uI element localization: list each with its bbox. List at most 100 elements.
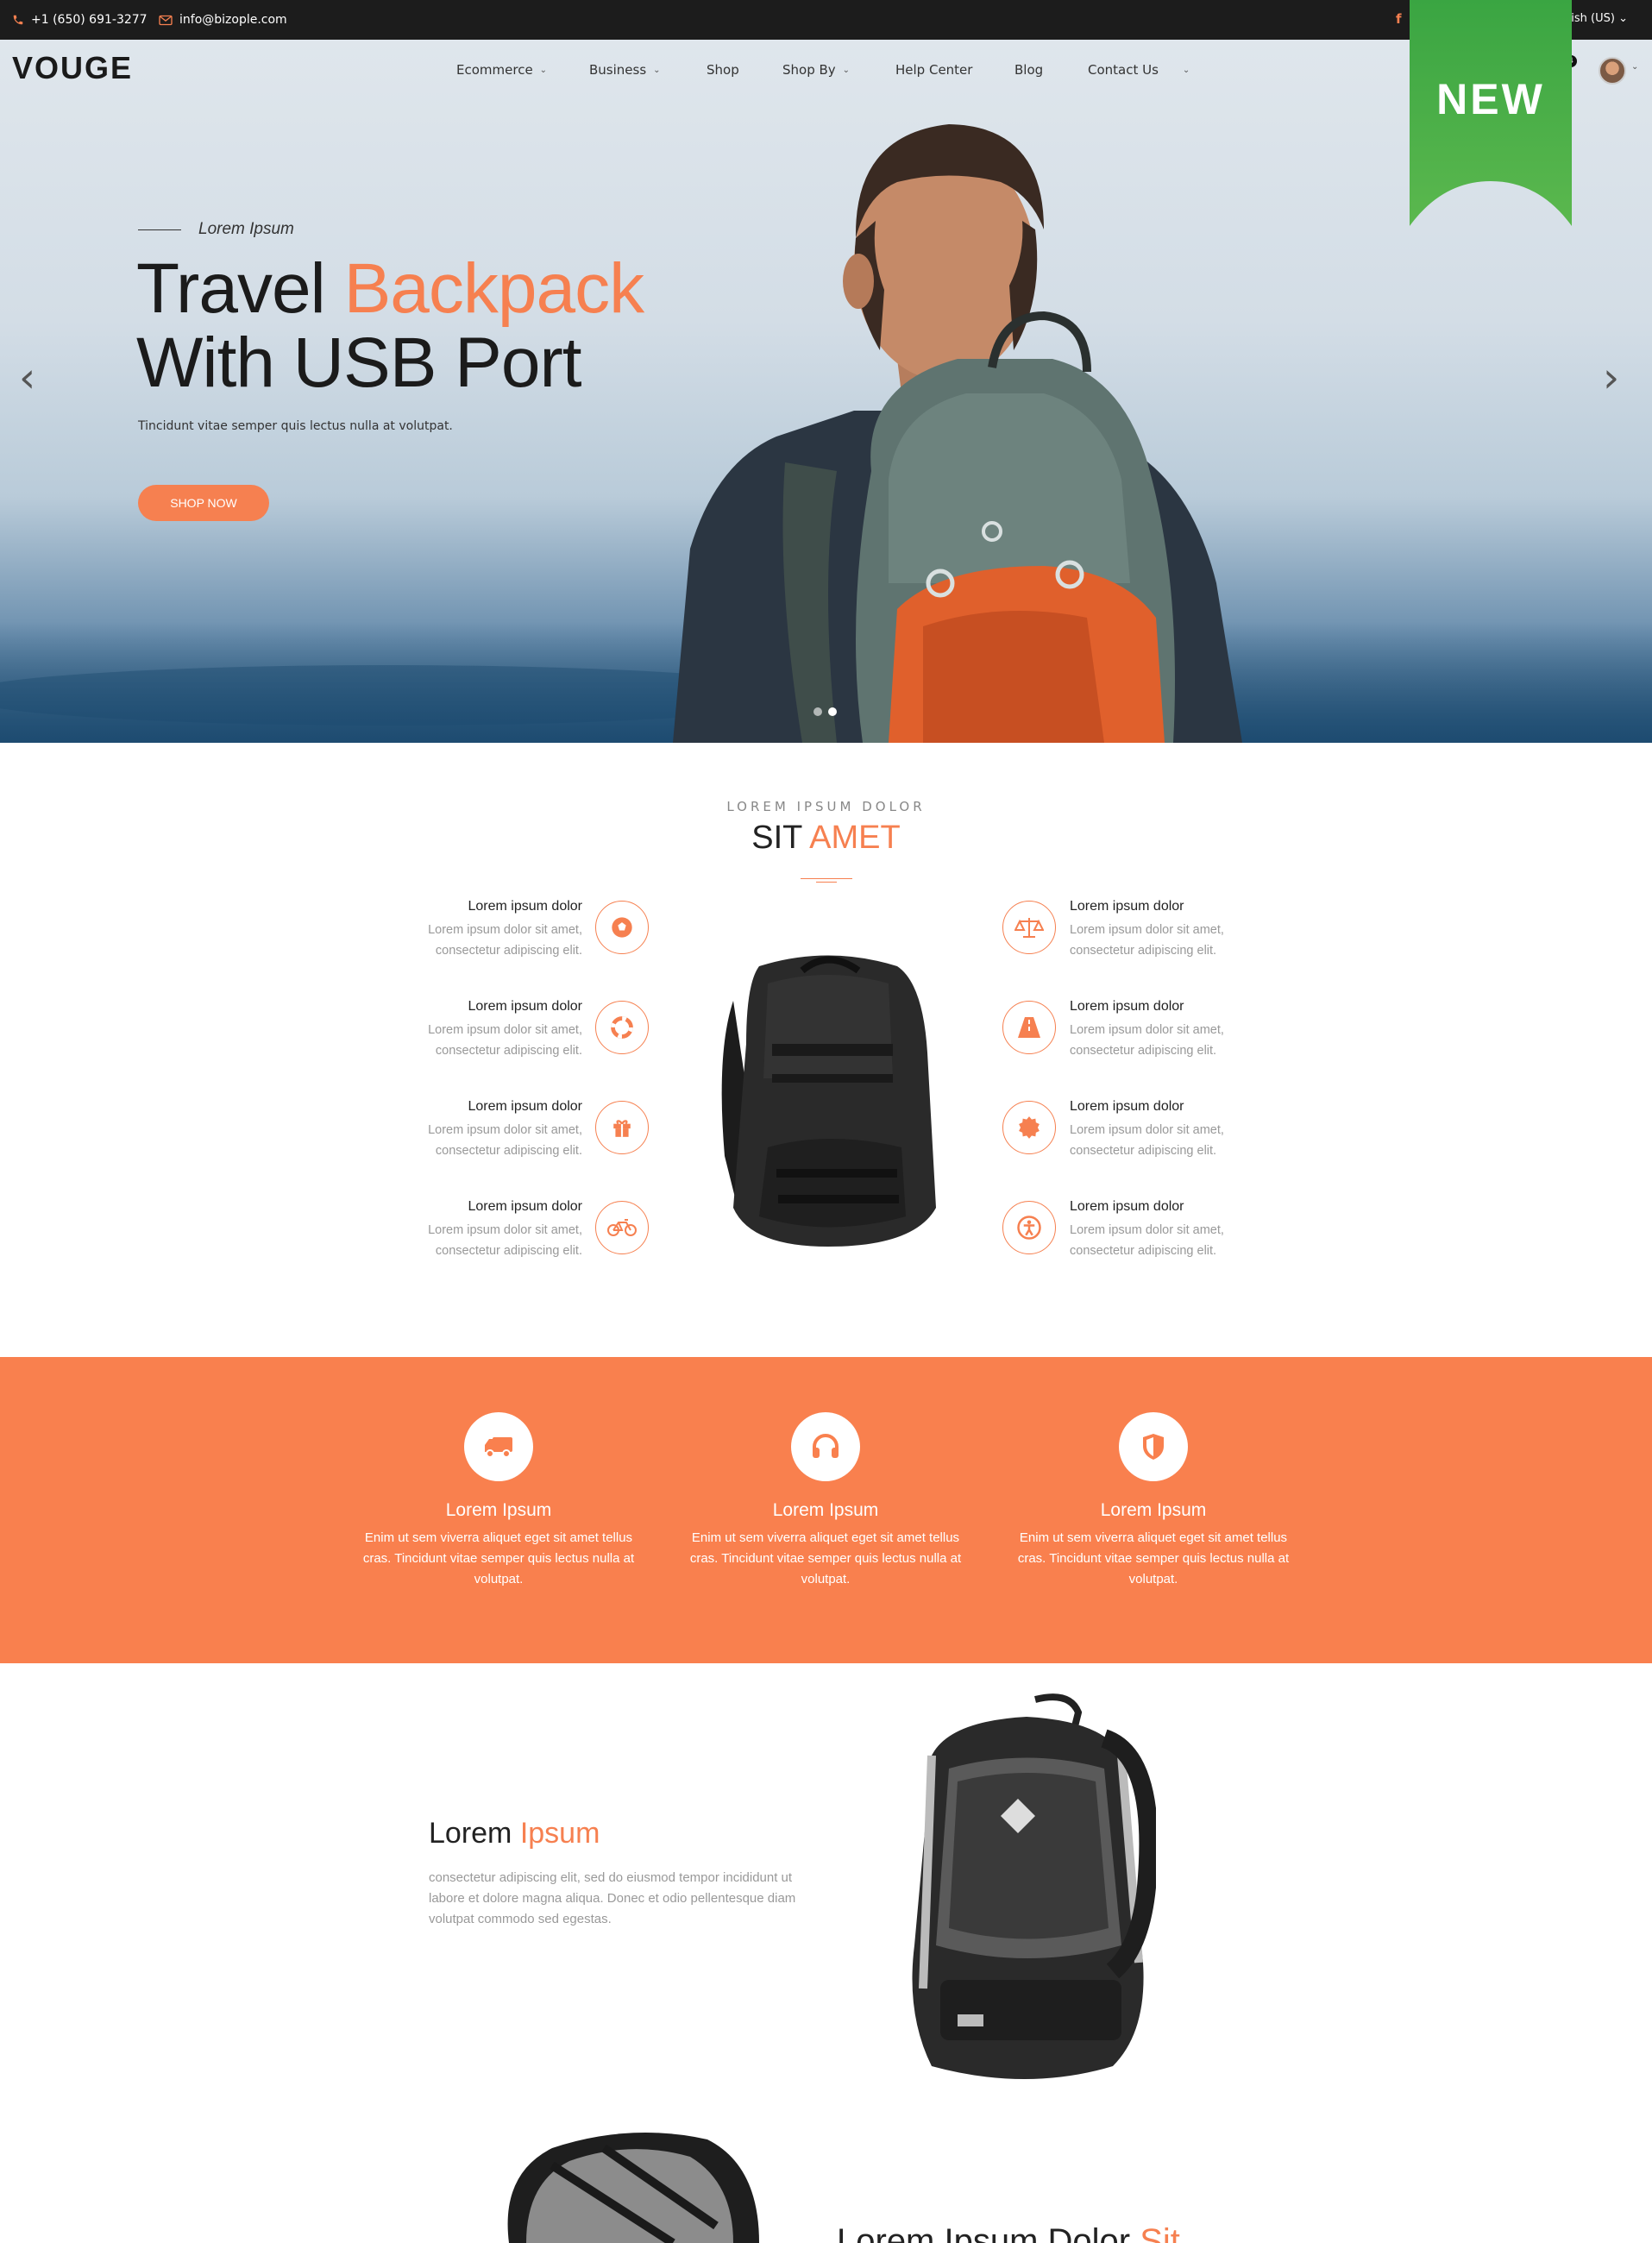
chevron-down-icon[interactable]: ⌄: [1631, 62, 1638, 72]
services-band: Lorem Ipsum Enim ut sem viverra aliquet …: [0, 1357, 1652, 1663]
feature-desc-line: Lorem ipsum dolor sit amet,: [428, 1023, 582, 1037]
soccer-ball-icon: [595, 901, 649, 954]
title-divider: [801, 878, 852, 879]
hero-backpacker-image: [673, 124, 1242, 743]
feature-title: Lorem ipsum dolor: [468, 899, 583, 914]
envelope-icon: [159, 15, 173, 25]
headphones-icon: [791, 1412, 860, 1481]
scott-backpack-image: [912, 1693, 1156, 2079]
slider-prev-arrow-icon[interactable]: ‹: [19, 354, 35, 402]
nav-label: Blog: [1014, 62, 1044, 78]
phone-number[interactable]: +1 (650) 691-3277: [31, 13, 148, 27]
service-title: Lorem Ipsum: [772, 1500, 879, 1520]
truck-icon: [464, 1412, 533, 1481]
hero-eyebrow: Lorem Ipsum: [138, 220, 294, 239]
feature-item: Lorem ipsum dolor Lorem ipsum dolor sit …: [323, 1199, 582, 1261]
feature-item: Lorem ipsum dolor Lorem ipsum dolor sit …: [1070, 1099, 1329, 1161]
feature-desc-line: consectetur adipiscing elit.: [1070, 1244, 1217, 1258]
email-address[interactable]: info@bizople.com: [179, 13, 287, 27]
service-desc-line: cras. Tincidunt vitae semper quis lectus…: [362, 1551, 635, 1566]
feature-item: Lorem ipsum dolor Lorem ipsum dolor sit …: [1070, 999, 1329, 1061]
slider-dots: [813, 707, 837, 716]
nav-label: Contact Us: [1088, 62, 1159, 78]
email-contact[interactable]: info@bizople.com: [159, 13, 287, 27]
balance-scale-icon: [1002, 901, 1056, 954]
road-icon: [1002, 1001, 1056, 1054]
life-ring-icon: [595, 1001, 649, 1054]
feature-desc-line: consectetur adipiscing elit.: [435, 944, 582, 958]
feature-item: Lorem ipsum dolor Lorem ipsum dolor sit …: [323, 1099, 582, 1161]
nav-item-contact-us[interactable]: Contact Us ⌄: [1088, 62, 1190, 78]
service-item: Lorem Ipsum Enim ut sem viverra aliquet …: [675, 1412, 977, 1590]
service-title: Lorem Ipsum: [1100, 1500, 1207, 1520]
product-block-text: consectetur adipiscing elit, sed do eius…: [429, 1870, 796, 1926]
phone-contact[interactable]: +1 (650) 691-3277: [12, 13, 148, 27]
hero-title-line2: With USB Port: [136, 324, 582, 402]
brand-logo[interactable]: VOUGE: [12, 50, 133, 86]
shop-now-button[interactable]: SHOP NOW: [138, 485, 269, 521]
service-desc-line: volutpat.: [801, 1572, 851, 1586]
hero-title: Travel Backpack With USB Port: [136, 252, 644, 400]
accessibility-icon: [1002, 1201, 1056, 1254]
feature-desc-line: consectetur adipiscing elit.: [1070, 1144, 1217, 1158]
slider-dot-active[interactable]: [828, 707, 837, 716]
slider-next-arrow-icon[interactable]: ›: [1603, 354, 1619, 402]
bottom-title-accent: Sit: [1140, 2222, 1180, 2243]
gift-icon: [595, 1101, 649, 1154]
nav-item-shop-by[interactable]: Shop By ⌄: [782, 62, 850, 78]
service-title: Lorem Ipsum: [445, 1500, 552, 1520]
hero-title-accent: Backpack: [343, 249, 645, 328]
shield-icon: [1119, 1412, 1188, 1481]
nav-item-ecommerce[interactable]: Ecommerce ⌄: [456, 62, 547, 78]
features-title-accent: AMET: [809, 820, 901, 856]
chevron-down-icon: ⌄: [1182, 65, 1190, 75]
new-ribbon: NEW: [1410, 0, 1572, 226]
feature-desc-line: Lorem ipsum dolor sit amet,: [428, 1223, 582, 1237]
feature-desc-line: Lorem ipsum dolor sit amet,: [1070, 1223, 1224, 1237]
chevron-down-icon: ⌄: [1618, 12, 1628, 25]
facebook-icon[interactable]: f: [1396, 11, 1402, 27]
nav-item-shop[interactable]: Shop: [707, 62, 739, 78]
service-desc-line: volutpat.: [474, 1572, 524, 1586]
feature-desc-line: Lorem ipsum dolor sit amet,: [1070, 923, 1224, 937]
feature-desc-line: consectetur adipiscing elit.: [435, 1244, 582, 1258]
product-block-title: Lorem Ipsum: [429, 1817, 600, 1850]
features-eyebrow: LOREM IPSUM DOLOR: [726, 799, 926, 814]
nav-item-business[interactable]: Business ⌄: [589, 62, 661, 78]
features-title: SIT AMET: [0, 820, 1652, 857]
service-desc-line: volutpat.: [1128, 1572, 1178, 1586]
feature-item: Lorem ipsum dolor Lorem ipsum dolor sit …: [1070, 1199, 1329, 1261]
feature-title: Lorem ipsum dolor: [1070, 1199, 1184, 1214]
gray-backpack-image: [507, 2133, 759, 2243]
nav-label: Shop: [707, 62, 739, 78]
feature-desc-line: consectetur adipiscing elit.: [435, 1044, 582, 1058]
feature-desc-line: Lorem ipsum dolor sit amet,: [1070, 1023, 1224, 1037]
feature-desc-line: consectetur adipiscing elit.: [1070, 1044, 1217, 1058]
service-item: Lorem Ipsum Enim ut sem viverra aliquet …: [348, 1412, 650, 1590]
product-title-part1: Lorem: [429, 1817, 520, 1850]
avatar[interactable]: [1599, 57, 1626, 85]
feature-title: Lorem ipsum dolor: [468, 1199, 583, 1214]
backpack-product-image: [721, 955, 936, 1247]
title-divider-short: [816, 882, 837, 883]
nav-label: Shop By: [782, 62, 836, 78]
bottom-block-title: Lorem Ipsum Dolor Sit: [837, 2222, 1180, 2243]
feature-title: Lorem ipsum dolor: [468, 999, 583, 1014]
bottom-title-part1: Lorem Ipsum Dolor: [837, 2222, 1140, 2243]
feature-title: Lorem ipsum dolor: [1070, 999, 1184, 1014]
language-selector[interactable]: lish (US) ⌄: [1568, 12, 1628, 25]
chevron-down-icon: ⌄: [842, 65, 851, 75]
chevron-down-icon: ⌄: [539, 65, 548, 75]
feature-title: Lorem ipsum dolor: [1070, 1099, 1184, 1114]
feature-title: Lorem ipsum dolor: [468, 1099, 583, 1114]
features-title-part1: SIT: [751, 820, 810, 856]
feature-desc-line: Lorem ipsum dolor sit amet,: [428, 1123, 582, 1137]
service-desc-line: Enim ut sem viverra aliquet eget sit ame…: [691, 1530, 960, 1545]
feature-item: Lorem ipsum dolor Lorem ipsum dolor sit …: [1070, 899, 1329, 961]
slider-dot[interactable]: [813, 707, 822, 716]
nav-item-help-center[interactable]: Help Center: [895, 62, 972, 78]
service-desc-line: Enim ut sem viverra aliquet eget sit ame…: [1019, 1530, 1288, 1545]
feature-desc-line: consectetur adipiscing elit.: [1070, 944, 1217, 958]
service-item: Lorem Ipsum Enim ut sem viverra aliquet …: [1002, 1412, 1304, 1590]
nav-item-blog[interactable]: Blog: [1014, 62, 1043, 78]
